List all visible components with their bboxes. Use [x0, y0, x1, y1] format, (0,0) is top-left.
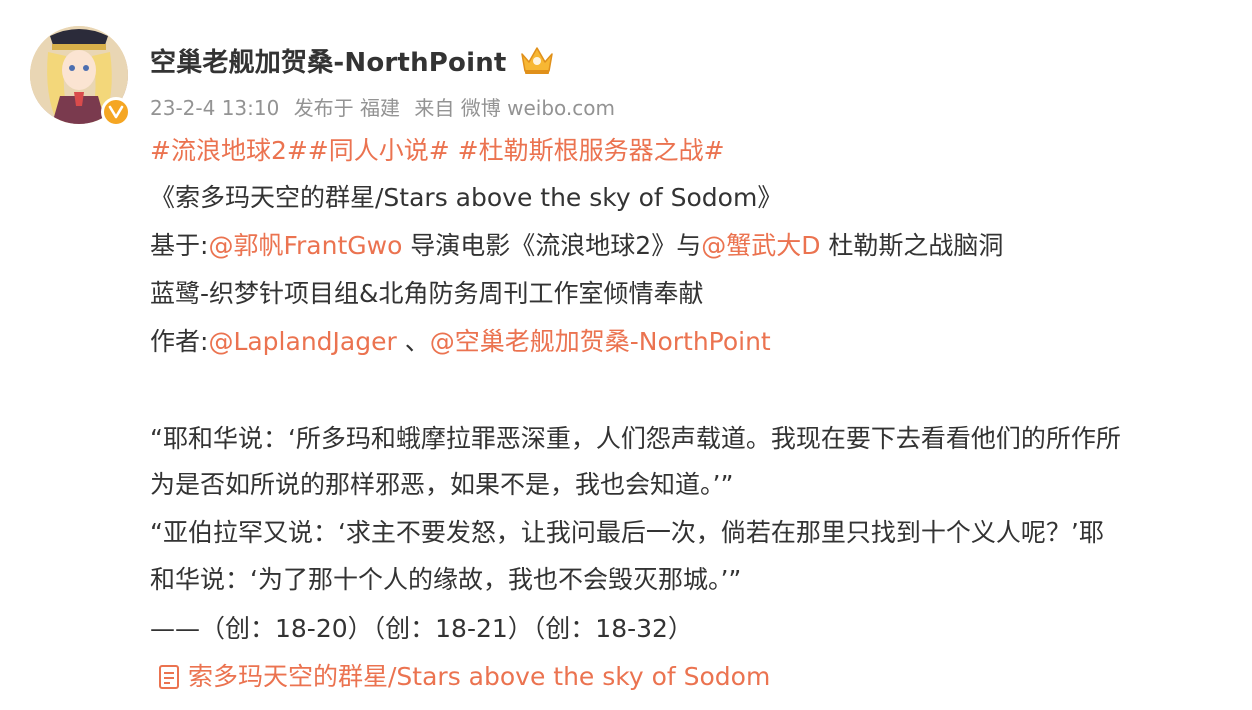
hashtags[interactable]: #流浪地球2##同人小说# #杜勒斯根服务器之战#: [150, 134, 725, 168]
article-link-label[interactable]: 索多玛天空的群星/Stars above the sky of Sodom: [188, 660, 770, 694]
mention-link[interactable]: @郭帆FrantGwo: [208, 231, 402, 260]
post-meta: 23-2-4 13:10 发布于 福建 来自 微博 weibo.com: [150, 92, 623, 121]
verified-badge-icon: [101, 97, 131, 127]
timestamp[interactable]: 23-2-4 13:10: [150, 96, 279, 120]
crown-icon[interactable]: [518, 44, 556, 76]
authors-line: 作者:@LaplandJager 、@空巢老舰加贺桑-NorthPoint: [150, 325, 771, 359]
source: 来自 微博 weibo.com: [414, 96, 615, 120]
citation: ——（创：18-20）（创：18-21）（创：18-32）: [150, 614, 693, 643]
document-icon: [159, 665, 179, 689]
based-on-prefix: 基于:: [150, 231, 209, 260]
mention-link[interactable]: @蟹武大D: [701, 231, 820, 260]
credits-line: 蓝鹭-织梦针项目组&北角防务周刊工作室倾情奉献: [150, 279, 704, 308]
quote-line: “亚伯拉罕又说：‘求主不要发怒，让我问最后一次，倘若在那里只找到十个义人呢？’耶: [150, 518, 1104, 547]
author-name[interactable]: 空巢老舰加贺桑-NorthPoint: [150, 42, 507, 79]
mention-link[interactable]: @LaplandJager: [208, 327, 396, 356]
based-on-mid: 导演电影《流浪地球2》与: [402, 231, 702, 260]
authors-separator: 、: [396, 327, 430, 356]
authors-prefix: 作者:: [150, 327, 209, 356]
quote-line: 为是否如所说的那样邪恶，如果不是，我也会知道。’”: [150, 470, 734, 499]
work-title: 《索多玛天空的群星/Stars above the sky of Sodom》: [150, 183, 783, 212]
quote-line: “耶和华说：‘所多玛和蛾摩拉罪恶深重，人们怨声载道。我现在要下去看看他们的所作所: [150, 424, 1121, 453]
article-link[interactable]: 索多玛天空的群星/Stars above the sky of Sodom: [158, 660, 770, 694]
based-on-suffix: 杜勒斯之战脑洞: [820, 231, 1004, 260]
quote-line: 和华说：‘为了那十个人的缘故，我也不会毁灭那城。’”: [150, 565, 742, 594]
based-on-line: 基于:@郭帆FrantGwo 导演电影《流浪地球2》与@蟹武大D 杜勒斯之战脑洞: [150, 229, 1003, 263]
location: 发布于 福建: [293, 96, 401, 120]
mention-link[interactable]: @空巢老舰加贺桑-NorthPoint: [430, 327, 771, 356]
